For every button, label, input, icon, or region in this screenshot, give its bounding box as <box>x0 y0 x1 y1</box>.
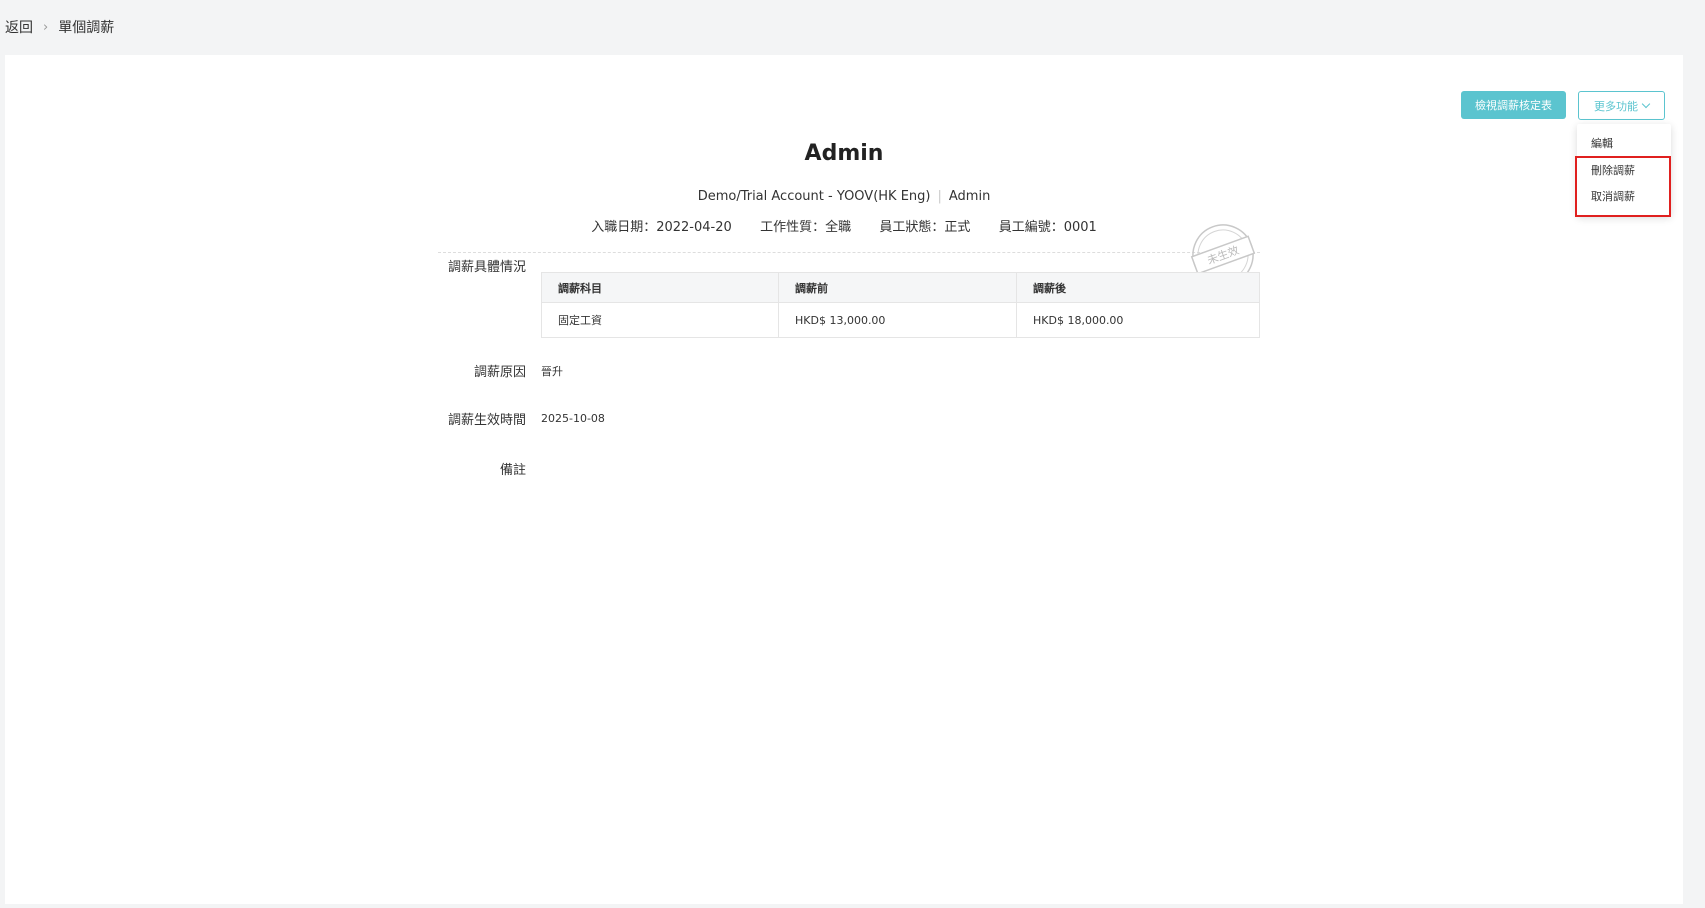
details-label: 調薪具體情況 <box>447 260 526 275</box>
cell-before: HKD$ 13,000.00 <box>778 302 1017 338</box>
dashed-divider <box>438 252 1260 253</box>
employee-info-line: 入職日期：2022-04-20 工作性質：全職 員工狀態：正式 員工編號：000… <box>5 216 1683 235</box>
work-type-value: 全職 <box>825 220 852 235</box>
employee-company-line: Demo/Trial Account - YOOV(HK Eng) | Admin <box>5 189 1683 204</box>
breadcrumb-separator-icon: › <box>43 19 49 35</box>
reason-value: 晉升 <box>541 365 563 378</box>
main-panel: 檢視調薪核定表 更多功能 編輯 刪除調薪 取消調薪 Admin Demo/Tri… <box>5 55 1683 904</box>
effective-date-value: 2025-10-08 <box>541 412 605 425</box>
join-date-label: 入職日期： <box>591 220 657 235</box>
table-header-row: 調薪科目 調薪前 調薪後 <box>541 272 1260 303</box>
column-header-after: 調薪後 <box>1016 272 1260 303</box>
view-approval-table-button[interactable]: 檢視調薪核定表 <box>1461 91 1566 119</box>
cell-item: 固定工資 <box>541 302 779 338</box>
more-functions-label: 更多功能 <box>1594 99 1638 113</box>
employee-position: Admin <box>948 189 991 204</box>
remarks-label: 備註 <box>499 463 526 478</box>
column-header-item: 調薪科目 <box>541 272 779 303</box>
breadcrumb: 返回 › 單個調薪 <box>5 17 114 37</box>
employee-number-value: 0001 <box>1063 220 1097 235</box>
employee-name: Admin <box>804 141 884 166</box>
breadcrumb-back-link[interactable]: 返回 <box>5 17 33 37</box>
employee-number-label: 員工編號： <box>998 220 1064 235</box>
status-label: 員工狀態： <box>879 220 945 235</box>
employee-company: Demo/Trial Account - YOOV(HK Eng) <box>697 189 931 204</box>
status-value: 正式 <box>944 220 971 235</box>
adjustment-table: 調薪科目 調薪前 調薪後 固定工資 HKD$ 13,000.00 HKD$ 18… <box>541 272 1260 338</box>
breadcrumb-current: 單個調薪 <box>58 20 115 36</box>
reason-label: 調薪原因 <box>473 365 526 380</box>
chevron-down-icon <box>1641 99 1651 109</box>
join-date-value: 2022-04-20 <box>656 220 732 235</box>
column-header-before: 調薪前 <box>778 272 1017 303</box>
table-row: 固定工資 HKD$ 13,000.00 HKD$ 18,000.00 <box>541 302 1260 338</box>
effective-date-label: 調薪生效時間 <box>447 413 526 428</box>
more-functions-button[interactable]: 更多功能 <box>1578 91 1665 120</box>
divider: | <box>937 189 942 204</box>
cell-after: HKD$ 18,000.00 <box>1033 313 1124 327</box>
work-type-label: 工作性質： <box>760 220 826 235</box>
